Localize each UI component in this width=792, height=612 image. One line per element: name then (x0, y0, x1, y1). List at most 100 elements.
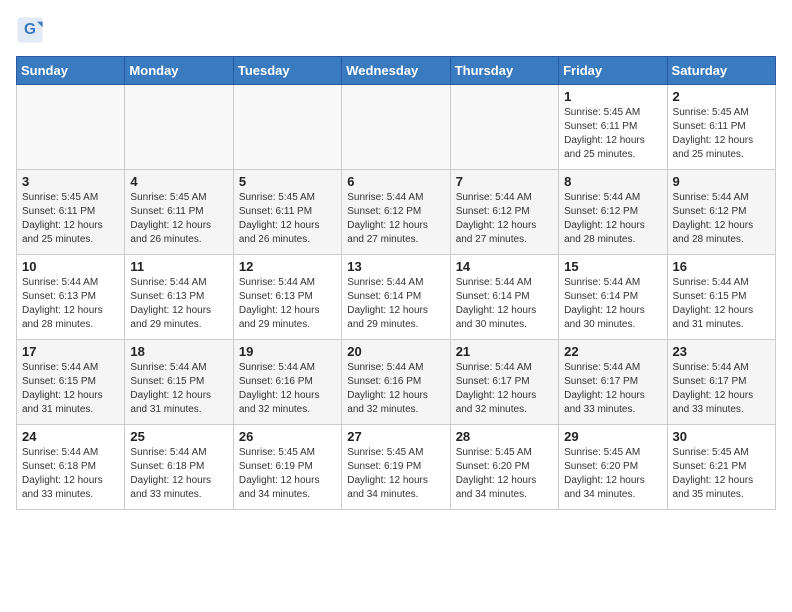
calendar-cell: 20 Sunrise: 5:44 AM Sunset: 6:16 PM Dayli… (342, 340, 450, 425)
day-number: 20 (347, 344, 444, 359)
calendar-cell: 8 Sunrise: 5:44 AM Sunset: 6:12 PM Daylig… (559, 170, 667, 255)
day-number: 18 (130, 344, 227, 359)
column-header-sunday: Sunday (17, 57, 125, 85)
calendar-header-row: SundayMondayTuesdayWednesdayThursdayFrid… (17, 57, 776, 85)
calendar-cell: 3Sunrise: 5:45 AM Sunset: 6:11 PM Daylig… (17, 170, 125, 255)
day-number: 2 (673, 89, 770, 104)
day-number: 8 (564, 174, 661, 189)
day-info: Sunrise: 5:44 AM Sunset: 6:17 PM Dayligh… (564, 361, 661, 417)
calendar-cell: 6 Sunrise: 5:44 AM Sunset: 6:12 PM Daylig… (342, 170, 450, 255)
calendar-cell: 1 Sunrise: 5:45 AM Sunset: 6:11 PM Daylig… (559, 85, 667, 170)
calendar-cell: 13 Sunrise: 5:44 AM Sunset: 6:14 PM Dayli… (342, 255, 450, 340)
calendar-cell: 9 Sunrise: 5:44 AM Sunset: 6:12 PM Daylig… (667, 170, 775, 255)
calendar-week-row: 24 Sunrise: 5:44 AM Sunset: 6:18 PM Dayli… (17, 425, 776, 510)
calendar-cell: 22 Sunrise: 5:44 AM Sunset: 6:17 PM Dayli… (559, 340, 667, 425)
day-info: Sunrise: 5:44 AM Sunset: 6:14 PM Dayligh… (564, 276, 661, 332)
day-info: Sunrise: 5:44 AM Sunset: 6:14 PM Dayligh… (456, 276, 553, 332)
day-info: Sunrise: 5:45 AM Sunset: 6:19 PM Dayligh… (239, 446, 336, 502)
calendar-cell: 7 Sunrise: 5:44 AM Sunset: 6:12 PM Daylig… (450, 170, 558, 255)
calendar-cell: 29Sunrise: 5:45 AM Sunset: 6:20 PM Dayli… (559, 425, 667, 510)
day-info: Sunrise: 5:44 AM Sunset: 6:12 PM Dayligh… (347, 191, 444, 247)
day-number: 13 (347, 259, 444, 274)
page-header: G (16, 16, 776, 44)
column-header-friday: Friday (559, 57, 667, 85)
day-info: Sunrise: 5:44 AM Sunset: 6:17 PM Dayligh… (673, 361, 770, 417)
day-info: Sunrise: 5:44 AM Sunset: 6:15 PM Dayligh… (673, 276, 770, 332)
calendar-cell (450, 85, 558, 170)
day-info: Sunrise: 5:44 AM Sunset: 6:16 PM Dayligh… (347, 361, 444, 417)
day-number: 16 (673, 259, 770, 274)
calendar-cell (233, 85, 341, 170)
day-info: Sunrise: 5:44 AM Sunset: 6:16 PM Dayligh… (239, 361, 336, 417)
day-number: 24 (22, 429, 119, 444)
day-number: 26 (239, 429, 336, 444)
column-header-tuesday: Tuesday (233, 57, 341, 85)
day-number: 5 (239, 174, 336, 189)
day-info: Sunrise: 5:44 AM Sunset: 6:13 PM Dayligh… (22, 276, 119, 332)
day-info: Sunrise: 5:44 AM Sunset: 6:14 PM Dayligh… (347, 276, 444, 332)
day-info: Sunrise: 5:45 AM Sunset: 6:11 PM Dayligh… (673, 106, 770, 162)
calendar-cell: 27 Sunrise: 5:45 AM Sunset: 6:19 PM Dayli… (342, 425, 450, 510)
calendar-cell: 17Sunrise: 5:44 AM Sunset: 6:15 PM Dayli… (17, 340, 125, 425)
day-number: 28 (456, 429, 553, 444)
day-info: Sunrise: 5:45 AM Sunset: 6:21 PM Dayligh… (673, 446, 770, 502)
calendar-table: SundayMondayTuesdayWednesdayThursdayFrid… (16, 56, 776, 510)
calendar-cell: 26 Sunrise: 5:45 AM Sunset: 6:19 PM Dayli… (233, 425, 341, 510)
day-number: 9 (673, 174, 770, 189)
calendar-cell (342, 85, 450, 170)
calendar-cell: 30 Sunrise: 5:45 AM Sunset: 6:21 PM Dayli… (667, 425, 775, 510)
day-number: 1 (564, 89, 661, 104)
day-info: Sunrise: 5:44 AM Sunset: 6:13 PM Dayligh… (130, 276, 227, 332)
calendar-cell: 5 Sunrise: 5:45 AM Sunset: 6:11 PM Daylig… (233, 170, 341, 255)
day-info: Sunrise: 5:45 AM Sunset: 6:11 PM Dayligh… (564, 106, 661, 162)
day-info: Sunrise: 5:45 AM Sunset: 6:20 PM Dayligh… (564, 446, 661, 502)
calendar-cell: 25 Sunrise: 5:44 AM Sunset: 6:18 PM Dayli… (125, 425, 233, 510)
generalblue-logo-icon: G (16, 16, 44, 44)
calendar-week-row: 10 Sunrise: 5:44 AM Sunset: 6:13 PM Dayli… (17, 255, 776, 340)
day-number: 22 (564, 344, 661, 359)
logo: G (16, 16, 48, 44)
svg-text:G: G (24, 21, 36, 38)
calendar-cell: 11 Sunrise: 5:44 AM Sunset: 6:13 PM Dayli… (125, 255, 233, 340)
calendar-week-row: 1 Sunrise: 5:45 AM Sunset: 6:11 PM Daylig… (17, 85, 776, 170)
day-info: Sunrise: 5:44 AM Sunset: 6:18 PM Dayligh… (130, 446, 227, 502)
day-number: 4 (130, 174, 227, 189)
day-info: Sunrise: 5:44 AM Sunset: 6:12 PM Dayligh… (564, 191, 661, 247)
day-info: Sunrise: 5:44 AM Sunset: 6:15 PM Dayligh… (130, 361, 227, 417)
day-number: 27 (347, 429, 444, 444)
day-info: Sunrise: 5:45 AM Sunset: 6:11 PM Dayligh… (130, 191, 227, 247)
calendar-week-row: 3Sunrise: 5:45 AM Sunset: 6:11 PM Daylig… (17, 170, 776, 255)
day-info: Sunrise: 5:45 AM Sunset: 6:20 PM Dayligh… (456, 446, 553, 502)
calendar-cell: 24 Sunrise: 5:44 AM Sunset: 6:18 PM Dayli… (17, 425, 125, 510)
calendar-cell: 2 Sunrise: 5:45 AM Sunset: 6:11 PM Daylig… (667, 85, 775, 170)
day-info: Sunrise: 5:44 AM Sunset: 6:13 PM Dayligh… (239, 276, 336, 332)
day-number: 7 (456, 174, 553, 189)
day-info: Sunrise: 5:44 AM Sunset: 6:12 PM Dayligh… (673, 191, 770, 247)
day-info: Sunrise: 5:45 AM Sunset: 6:19 PM Dayligh… (347, 446, 444, 502)
column-header-monday: Monday (125, 57, 233, 85)
column-header-wednesday: Wednesday (342, 57, 450, 85)
day-number: 10 (22, 259, 119, 274)
day-number: 11 (130, 259, 227, 274)
day-info: Sunrise: 5:44 AM Sunset: 6:18 PM Dayligh… (22, 446, 119, 502)
day-number: 17 (22, 344, 119, 359)
column-header-thursday: Thursday (450, 57, 558, 85)
day-number: 14 (456, 259, 553, 274)
day-number: 6 (347, 174, 444, 189)
day-number: 15 (564, 259, 661, 274)
day-info: Sunrise: 5:45 AM Sunset: 6:11 PM Dayligh… (239, 191, 336, 247)
calendar-cell: 14 Sunrise: 5:44 AM Sunset: 6:14 PM Dayli… (450, 255, 558, 340)
calendar-cell: 12Sunrise: 5:44 AM Sunset: 6:13 PM Dayli… (233, 255, 341, 340)
calendar-cell: 18 Sunrise: 5:44 AM Sunset: 6:15 PM Dayli… (125, 340, 233, 425)
calendar-week-row: 17 Sunrise: 5:44 AM Sunset: 6:15 PM Dayli… (17, 340, 776, 425)
day-info: Sunrise: 5:45 AM Sunset: 6:11 PM Dayligh… (22, 191, 119, 247)
calendar-cell: 10 Sunrise: 5:44 AM Sunset: 6:13 PM Dayli… (17, 255, 125, 340)
day-number: 30 (673, 429, 770, 444)
day-info: Sunrise: 5:44 AM Sunset: 6:17 PM Dayligh… (456, 361, 553, 417)
day-number: 19 (239, 344, 336, 359)
calendar-cell: 28 Sunrise: 5:45 AM Sunset: 6:20 PM Dayli… (450, 425, 558, 510)
day-info: Sunrise: 5:44 AM Sunset: 6:12 PM Dayligh… (456, 191, 553, 247)
day-number: 25 (130, 429, 227, 444)
column-header-saturday: Saturday (667, 57, 775, 85)
calendar-cell: 21Sunrise: 5:44 AM Sunset: 6:17 PM Dayli… (450, 340, 558, 425)
